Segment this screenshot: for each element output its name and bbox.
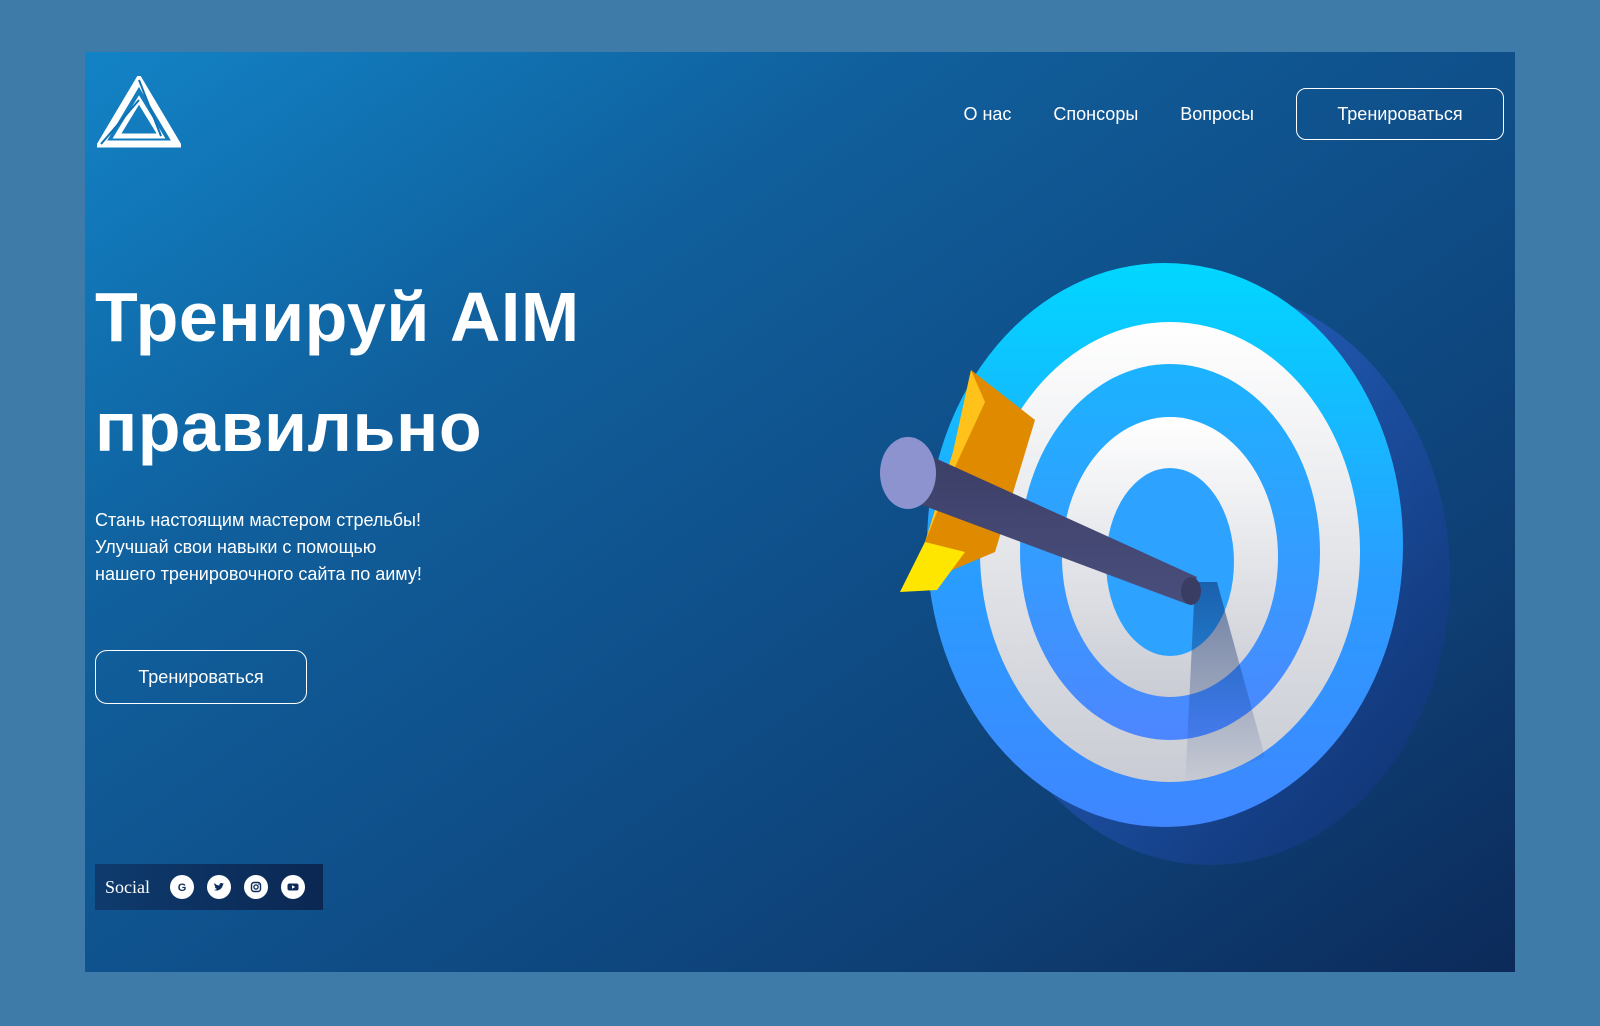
nav-link-faq[interactable]: Вопросы xyxy=(1180,104,1254,125)
svg-text:G: G xyxy=(178,882,187,894)
logo-icon[interactable] xyxy=(97,76,181,148)
hero-subtitle-line: нашего тренировочного сайта по аиму! xyxy=(95,564,422,584)
hero-title-line-2: правильно xyxy=(95,388,483,466)
instagram-icon[interactable] xyxy=(244,875,268,899)
nav-link-about[interactable]: О нас xyxy=(963,104,1011,125)
target-illustration xyxy=(880,263,1450,865)
header-train-button[interactable]: Тренироваться xyxy=(1296,88,1504,140)
arrow-nock xyxy=(880,437,936,509)
nav-link-sponsors[interactable]: Спонсоры xyxy=(1053,104,1138,125)
hero-subtitle: Стань настоящим мастером стрельбы! Улучш… xyxy=(95,507,422,588)
top-nav: О нас Спонсоры Вопросы Тренироваться xyxy=(963,86,1504,142)
social-bar: Social G xyxy=(95,864,323,910)
hero-title-line-1: Тренируй AIM xyxy=(95,278,580,356)
hero-train-button[interactable]: Тренироваться xyxy=(95,650,307,704)
arrow-tip xyxy=(1181,577,1201,605)
twitter-icon[interactable] xyxy=(207,875,231,899)
hero-subtitle-line: Улучшай свои навыки с помощью xyxy=(95,537,377,557)
hero-title: Тренируй AIM правильно xyxy=(95,262,580,482)
youtube-icon[interactable] xyxy=(281,875,305,899)
hero-subtitle-line: Стань настоящим мастером стрельбы! xyxy=(95,510,421,530)
social-label: Social xyxy=(105,876,150,897)
google-icon[interactable]: G xyxy=(170,875,194,899)
landing-page: О нас Спонсоры Вопросы Тренироваться Тре… xyxy=(85,52,1515,972)
